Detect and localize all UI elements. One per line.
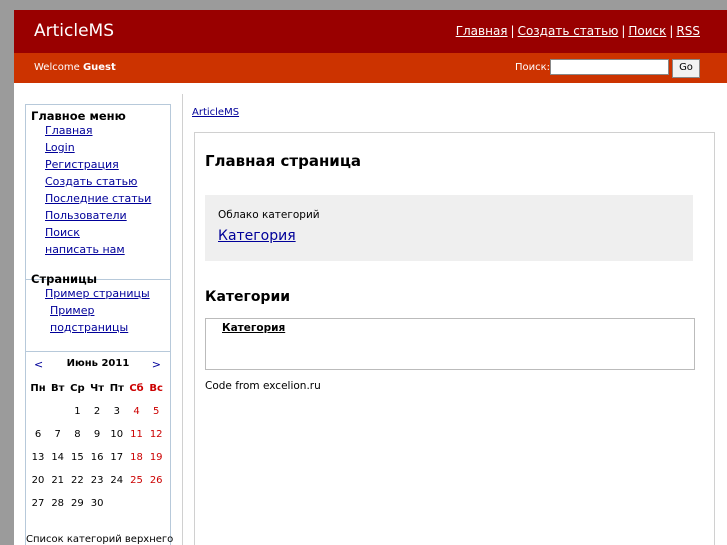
categories-box: Категория: [205, 318, 695, 370]
calendar-day: 11: [130, 429, 143, 440]
calendar-day: 7: [54, 429, 61, 440]
calendar-nav: < Июнь 2011 >: [26, 355, 170, 375]
calendar-day: 5: [153, 406, 160, 417]
search-input[interactable]: [550, 59, 669, 75]
calendar: < Июнь 2011 > Пн Вт Ср Чт Пт Сб Вс 1 2 3 4 5 6 7 8 9 10 1…: [26, 355, 170, 509]
calendar-weekday-header: Сб: [129, 383, 144, 394]
top-nav-search[interactable]: Поиск: [628, 24, 666, 38]
page-frame: ArticleMS Главная | Создать статью | Поиск | R…: [14, 10, 727, 545]
sidebar-category-list-label: Список категорий верхнего: [26, 534, 174, 545]
calendar-weekday-header: Ср: [70, 383, 85, 394]
pages-menu-title: Страницы: [31, 272, 98, 286]
calendar-day: 19: [149, 452, 163, 463]
calendar-day: 10: [110, 429, 124, 440]
separator: |: [669, 24, 674, 38]
welcome-bar: Welcome Guest Поиск: Go: [14, 53, 727, 83]
calendar-day: 4: [133, 406, 140, 417]
calendar-day: 9: [93, 429, 101, 440]
calendar-day: 21: [51, 475, 65, 486]
menu-item-register[interactable]: Регистрация: [26, 156, 170, 173]
category-link[interactable]: Категория: [222, 322, 285, 334]
calendar-day: 20: [31, 475, 45, 486]
menu-item-contact[interactable]: написать нам: [26, 241, 170, 258]
welcome-prefix: Welcome: [34, 62, 80, 73]
top-nav-rss[interactable]: RSS: [676, 24, 700, 38]
column-divider: [182, 94, 183, 545]
welcome-username: Guest: [82, 62, 116, 73]
calendar-day: 26: [149, 475, 163, 486]
category-cloud-link[interactable]: Категория: [218, 228, 296, 244]
menu-item-search[interactable]: Поиск: [26, 224, 170, 241]
search-label: Поиск:: [515, 62, 551, 73]
calendar-day: 24: [110, 475, 124, 486]
calendar-day: 15: [71, 452, 84, 463]
calendar-day: 27: [31, 498, 45, 509]
credit-text: Code from excelion.ru: [205, 380, 321, 392]
category-cloud: Облако категорий Категория: [205, 195, 693, 261]
calendar-next-link[interactable]: >: [152, 358, 161, 371]
calendar-weekday-header: Вс: [149, 383, 163, 394]
menu-item-users[interactable]: Пользователи: [26, 207, 170, 224]
calendar-day: 3: [113, 406, 120, 417]
pages-menu: Страницы Пример страницы Пример подстран…: [26, 268, 170, 334]
calendar-day: 25: [130, 475, 143, 486]
calendar-day: 22: [71, 475, 84, 486]
menu-item-create-article[interactable]: Создать статью: [26, 173, 170, 190]
calendar-day: 2: [93, 406, 101, 417]
sidebar-divider: [26, 351, 170, 352]
calendar-weekday-header: Вт: [50, 383, 65, 394]
calendar-day: 13: [31, 452, 45, 463]
menu-item-login[interactable]: Login: [26, 139, 170, 156]
calendar-day: 17: [110, 452, 124, 463]
welcome-text: Welcome Guest: [34, 62, 116, 73]
calendar-weekday-header: Пн: [30, 383, 46, 394]
main-menu-title: Главное меню: [31, 109, 126, 123]
calendar-day: 28: [51, 498, 65, 509]
categories-title: Категории: [205, 289, 291, 305]
category-cloud-label: Облако категорий: [218, 209, 320, 221]
calendar-weekday-header: Пт: [109, 383, 124, 394]
calendar-day: 1: [74, 406, 81, 417]
main-menu: Главное меню Главная Login Регистрация С…: [26, 105, 170, 258]
menu-item-home[interactable]: Главная: [26, 122, 170, 139]
breadcrumb-link[interactable]: ArticleMS: [192, 107, 239, 118]
calendar-day: 29: [71, 498, 84, 509]
calendar-day: 8: [74, 429, 81, 440]
search-go-button[interactable]: Go: [672, 59, 700, 78]
site-brand: ArticleMS: [34, 21, 114, 41]
calendar-day: 6: [34, 429, 42, 440]
page-item-example-subpage[interactable]: Пример подстраницы: [26, 302, 170, 334]
menu-item-latest-articles[interactable]: Последние статьи: [26, 190, 170, 207]
page-title: Главная страница: [205, 152, 362, 170]
page-item-example[interactable]: Пример страницы: [26, 285, 170, 302]
calendar-month-title: Июнь 2011: [66, 358, 130, 369]
separator: |: [621, 24, 626, 38]
calendar-day: 18: [130, 452, 143, 463]
calendar-day: 30: [90, 498, 104, 509]
header-bar: ArticleMS Главная | Создать статью | Поиск | R…: [14, 10, 727, 53]
calendar-weekday-header: Чт: [90, 383, 105, 394]
calendar-day: 12: [149, 429, 163, 440]
top-nav-create-article[interactable]: Создать статью: [518, 24, 619, 38]
calendar-day: 16: [90, 452, 104, 463]
content-panel: Главная страница Облако категорий Катего…: [194, 132, 715, 545]
calendar-day: 23: [90, 475, 104, 486]
sidebar: Главное меню Главная Login Регистрация С…: [25, 104, 174, 545]
calendar-day: 14: [51, 452, 65, 463]
separator: |: [510, 24, 515, 38]
top-nav-home[interactable]: Главная: [456, 24, 508, 38]
top-nav: Главная | Создать статью | Поиск | RSS: [456, 24, 700, 38]
